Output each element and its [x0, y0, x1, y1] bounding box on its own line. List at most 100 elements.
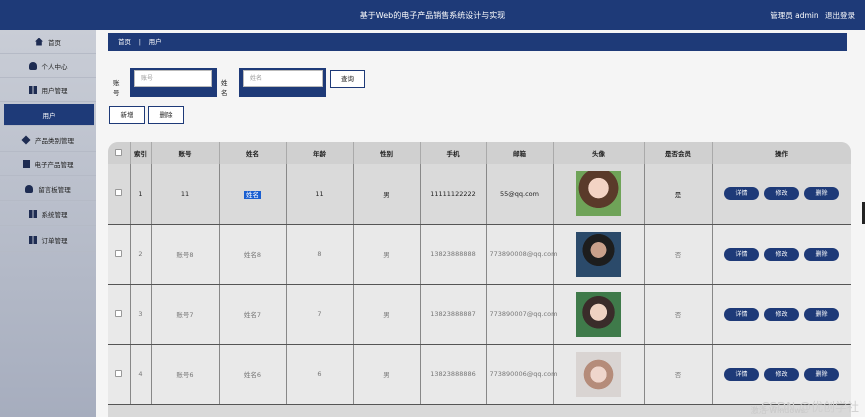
account-input[interactable]: 账号 — [134, 70, 212, 87]
top-bar: 基于Web的电子产品销售系统设计与实现 管理员 admin 退出登录 — [0, 0, 865, 30]
detail-button[interactable]: 详情 — [724, 307, 759, 321]
cell-index: 2 — [130, 224, 152, 285]
sidebar-item-product-management[interactable]: 电子产品管理 — [0, 152, 96, 176]
cell-phone: 11111122222 — [420, 164, 487, 225]
cell-account: 账号6 — [151, 344, 220, 405]
name-input[interactable]: 姓名 — [243, 70, 323, 87]
detail-button[interactable]: 详情 — [724, 367, 759, 381]
avatar — [576, 351, 621, 397]
avatar — [576, 231, 621, 277]
col-member: 是否会员 — [644, 142, 713, 164]
sidebar-item-home[interactable]: 首页 — [0, 30, 96, 54]
row-checkbox[interactable] — [108, 224, 131, 285]
cell-email: 773890008@qq.com — [486, 224, 557, 285]
cell-email: 773890006@qq.com — [486, 344, 557, 405]
cell-email: 773890007@qq.com — [486, 284, 557, 345]
sidebar-item-order-management[interactable]: 订单管理 — [0, 228, 96, 252]
selected-text: 姓名 — [244, 190, 261, 199]
edit-button[interactable]: 修改 — [764, 187, 799, 201]
home-icon — [35, 37, 43, 46]
cell-member: 否 — [644, 344, 713, 405]
query-button[interactable]: 查询 — [330, 70, 365, 88]
table-header-row: 索引 账号 姓名 年龄 性别 手机 邮箱 头像 是否会员 操作 — [108, 142, 851, 164]
add-button[interactable]: 新增 — [109, 106, 145, 124]
detail-button[interactable]: 详情 — [724, 187, 759, 201]
tag-icon — [21, 134, 31, 145]
sidebar-item-profile[interactable]: 个人中心 — [0, 54, 96, 78]
grid-icon — [28, 85, 37, 94]
breadcrumb-current: 用户 — [148, 38, 162, 46]
cell-age: 11 — [286, 164, 354, 225]
cell-name: 姓名8 — [219, 224, 287, 285]
cell-member: 否 — [644, 284, 713, 345]
cell-gender: 男 — [353, 284, 421, 345]
name-label: 姓名 — [221, 79, 228, 97]
select-all-checkbox[interactable] — [108, 142, 131, 164]
edit-button[interactable]: 修改 — [764, 247, 799, 261]
cell-avatar — [553, 224, 645, 285]
cell-index: 1 — [130, 164, 152, 225]
name-field-frame: 姓名 — [239, 68, 326, 97]
sidebar: 首页 个人中心 用户管理 用户 产品类别管理 电子产品管理 留言板管理 系统管理… — [0, 30, 96, 417]
cell-actions: 详情 修改 删除 — [712, 224, 851, 285]
cell-actions: 详情 修改 删除 — [712, 284, 851, 345]
cell-gender: 男 — [353, 164, 421, 225]
cell-gender: 男 — [353, 344, 421, 405]
sidebar-item-users[interactable]: 用户 — [4, 104, 94, 126]
watermark: CSDN @优创学社 — [760, 400, 859, 414]
cell-avatar — [553, 164, 645, 225]
sidebar-item-message-board[interactable]: 留言板管理 — [0, 177, 96, 201]
cell-name: 姓名6 — [219, 344, 287, 405]
delete-button[interactable]: 删除 — [804, 367, 839, 381]
cell-email: 55@qq.com — [486, 164, 554, 225]
cell-age: 8 — [286, 224, 354, 285]
user-icon — [28, 61, 37, 70]
sidebar-item-system-management[interactable]: 系统管理 — [0, 202, 96, 226]
sidebar-item-user-management[interactable]: 用户管理 — [0, 78, 96, 102]
clipboard-icon — [22, 159, 30, 168]
delete-button[interactable]: 删除 — [804, 187, 839, 201]
cell-age: 7 — [286, 284, 354, 345]
delete-button[interactable]: 删除 — [804, 307, 839, 321]
edit-button[interactable]: 修改 — [764, 367, 799, 381]
col-gender: 性别 — [353, 142, 421, 164]
row-checkbox[interactable] — [108, 284, 131, 345]
cell-index: 3 — [130, 284, 152, 345]
col-age: 年龄 — [286, 142, 354, 164]
users-icon — [25, 184, 34, 193]
cell-age: 6 — [286, 344, 354, 405]
breadcrumb-home[interactable]: 首页 — [118, 38, 131, 46]
edit-button[interactable]: 修改 — [764, 307, 799, 321]
grid-icon — [28, 235, 37, 244]
col-name: 姓名 — [219, 142, 287, 164]
cell-avatar — [553, 284, 645, 345]
cell-phone: 13823888886 — [420, 344, 487, 405]
sidebar-item-category-management[interactable]: 产品类别管理 — [0, 128, 96, 152]
cell-account: 账号8 — [151, 224, 220, 285]
cell-name: 姓名 — [219, 164, 287, 225]
cell-member: 否 — [644, 224, 713, 285]
cell-actions: 详情 修改 删除 — [712, 164, 851, 225]
account-label: 账号 — [113, 79, 120, 97]
col-phone: 手机 — [420, 142, 487, 164]
users-table: 索引 账号 姓名 年龄 性别 手机 邮箱 头像 是否会员 操作 1 11 姓名 … — [108, 142, 851, 417]
avatar — [576, 291, 621, 337]
cell-gender: 男 — [353, 224, 421, 285]
admin-label: 管理员 admin — [770, 11, 819, 20]
breadcrumb: 首页 ❘ 用户 — [108, 33, 847, 51]
row-checkbox[interactable] — [108, 164, 131, 225]
batch-delete-button[interactable]: 删除 — [148, 106, 184, 124]
cell-avatar — [553, 344, 645, 405]
account-field-frame: 账号 — [130, 68, 217, 97]
col-email: 邮箱 — [486, 142, 554, 164]
col-avatar: 头像 — [553, 142, 645, 164]
detail-button[interactable]: 详情 — [724, 247, 759, 261]
cell-member: 是 — [644, 164, 713, 225]
col-account: 账号 — [151, 142, 220, 164]
delete-button[interactable]: 删除 — [804, 247, 839, 261]
logout-link[interactable]: 退出登录 — [825, 11, 855, 20]
cell-index: 4 — [130, 344, 152, 405]
cell-account: 11 — [151, 164, 220, 225]
row-checkbox[interactable] — [108, 344, 131, 405]
cell-name: 姓名7 — [219, 284, 287, 345]
